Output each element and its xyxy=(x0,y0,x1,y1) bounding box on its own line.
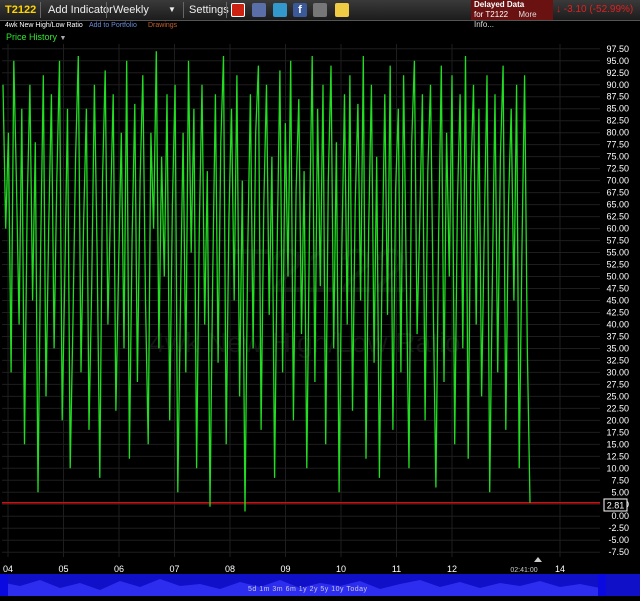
y-tick-label: 80.00 xyxy=(606,128,629,138)
x-tick-label: 09 xyxy=(280,564,290,574)
time-marker-icon xyxy=(534,557,542,562)
price-history-label[interactable]: Price History xyxy=(6,32,57,42)
scroll-right-handle[interactable] xyxy=(598,574,606,596)
y-tick-label: 25.00 xyxy=(606,391,629,401)
y-tick-label: 52.50 xyxy=(606,260,629,270)
y-tick-label: 90.00 xyxy=(606,80,629,90)
y-tick-label: 42.50 xyxy=(606,307,629,317)
y-tick-label: 15.00 xyxy=(606,439,629,449)
y-tick-label: 55.00 xyxy=(606,248,629,258)
y-tick-label: -5.00 xyxy=(608,535,629,545)
y-tick-label: 95.00 xyxy=(606,56,629,66)
y-tick-label: 82.50 xyxy=(606,116,629,126)
y-tick-label: 60.00 xyxy=(606,224,629,234)
y-tick-label: 7.50 xyxy=(611,475,629,485)
y-tick-label: 40.00 xyxy=(606,319,629,329)
x-tick-label: 08 xyxy=(225,564,235,574)
price-history-menu[interactable]: Price History ▼ xyxy=(6,31,66,45)
y-tick-label: 87.50 xyxy=(606,92,629,102)
chevron-down-icon[interactable]: ▼ xyxy=(60,35,67,42)
x-tick-label: 06 xyxy=(114,564,124,574)
y-tick-label: 35.00 xyxy=(606,343,629,353)
y-tick-label: 97.50 xyxy=(606,44,629,54)
y-tick-label: 30.00 xyxy=(606,367,629,377)
y-tick-label: 10.00 xyxy=(606,463,629,473)
y-tick-label: 17.50 xyxy=(606,427,629,437)
last-value-label: 2.81 xyxy=(607,501,625,511)
y-tick-label: 62.50 xyxy=(606,212,629,222)
y-tick-label: 37.50 xyxy=(606,331,629,341)
y-tick-label: 0.00 xyxy=(611,511,629,521)
y-tick-label: 12.50 xyxy=(606,451,629,461)
y-tick-label: 85.00 xyxy=(606,104,629,114)
x-tick-label: 14 xyxy=(555,564,565,574)
y-tick-label: 92.50 xyxy=(606,68,629,78)
x-axis: 04 05 06 07 08 09 10 11 12 14 xyxy=(3,564,565,574)
y-tick-label: 32.50 xyxy=(606,355,629,365)
y-tick-label: 20.00 xyxy=(606,415,629,425)
x-tick-label: 05 xyxy=(58,564,68,574)
y-tick-label: 77.50 xyxy=(606,140,629,150)
x-tick-label: 04 xyxy=(3,564,13,574)
y-tick-label: 57.50 xyxy=(606,236,629,246)
y-tick-label: 47.50 xyxy=(606,284,629,294)
y-tick-label: 22.50 xyxy=(606,403,629,413)
y-tick-label: -7.50 xyxy=(608,547,629,557)
y-tick-label: 67.50 xyxy=(606,188,629,198)
y-tick-label: 27.50 xyxy=(606,379,629,389)
x-tick-label: 12 xyxy=(447,564,457,574)
x-tick-label: 11 xyxy=(392,564,401,574)
scroll-left-handle[interactable] xyxy=(0,574,8,596)
y-tick-label: 75.00 xyxy=(606,152,629,162)
y-tick-label: -2.50 xyxy=(608,523,629,533)
y-tick-label: 50.00 xyxy=(606,272,629,282)
y-tick-label: 65.00 xyxy=(606,200,629,210)
y-axis: 97.50 95.00 92.50 90.00 87.50 85.00 82.50 80.00… xyxy=(606,44,629,557)
x-tick-label: 07 xyxy=(169,564,179,574)
period-selector[interactable]: 5d 1m 3m 6m 1y 2y 5y 10y Today xyxy=(248,586,368,593)
y-tick-label: 5.00 xyxy=(611,487,629,497)
x-tick-label: 10 xyxy=(336,564,346,574)
y-tick-label: 45.00 xyxy=(606,296,629,306)
time-label: 02:41:00 xyxy=(510,567,537,574)
y-tick-label: 70.00 xyxy=(606,176,629,186)
chart-area[interactable]: T2122 4wk New High/Low Ratio 97.5095.009… xyxy=(0,0,640,596)
y-tick-label: 72.50 xyxy=(606,164,629,174)
